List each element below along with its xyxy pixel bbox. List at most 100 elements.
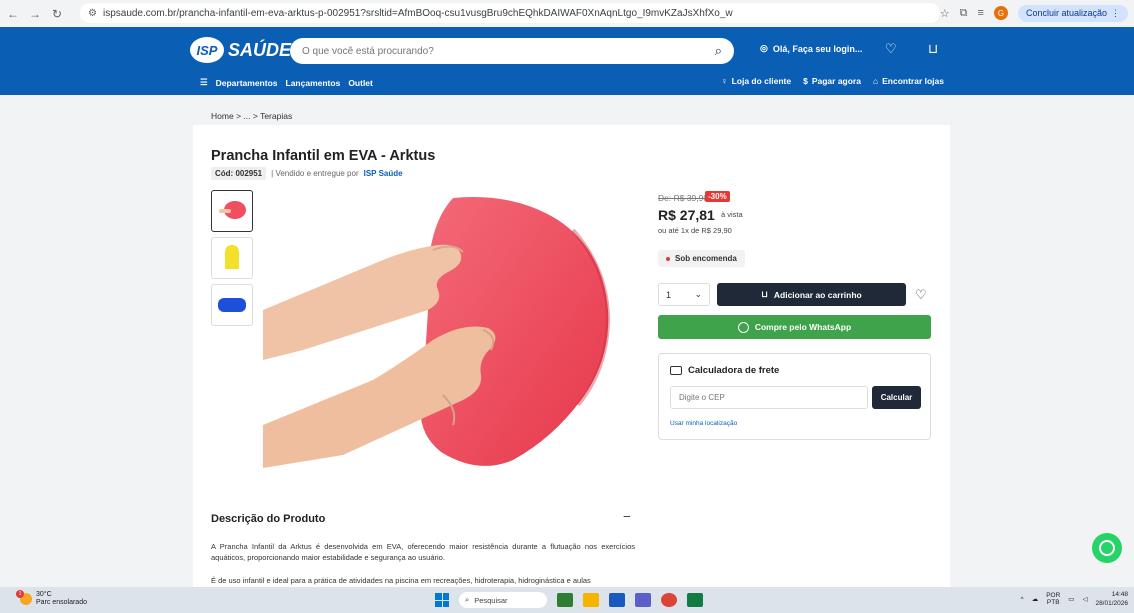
file-explorer-icon[interactable] [583, 593, 599, 607]
hamburger-menu-icon[interactable]: ☰ [200, 77, 208, 88]
weather-condition: Parc ensolarado [36, 599, 87, 606]
extensions-icon[interactable]: ⧉ [960, 7, 968, 20]
cep-input[interactable] [670, 386, 868, 409]
whatsapp-icon [1099, 540, 1115, 556]
pay-now-label: Pagar agora [811, 76, 861, 86]
wishlist-heart-icon[interactable]: ♡ [915, 287, 927, 303]
profile-avatar[interactable]: G [993, 6, 1008, 20]
breadcrumb-separator: > [252, 111, 258, 121]
yellow-board-thumb-icon [225, 245, 239, 269]
bookmark-star-icon[interactable]: ☆ [940, 7, 950, 20]
update-label: Concluir atualização [1025, 8, 1107, 18]
breadcrumb-home[interactable]: Home [211, 111, 234, 121]
search-bar: ⌕ [290, 38, 734, 64]
update-chrome-button[interactable]: Concluir atualização ⋮ [1017, 4, 1128, 22]
wishlist-heart-icon[interactable]: ♡ [885, 41, 897, 57]
taskbar-search[interactable]: ⌕ Pesquisar [459, 592, 547, 608]
teams-app-icon[interactable] [635, 593, 651, 607]
red-board-thumb-icon [219, 201, 246, 219]
thumbnail-yellow-board[interactable] [211, 237, 253, 279]
calculate-button[interactable]: Calcular [872, 386, 921, 409]
word-app-icon[interactable] [609, 593, 625, 607]
breadcrumb-current[interactable]: Terapias [260, 111, 292, 121]
pay-now-link[interactable]: $ Pagar agora [803, 76, 861, 86]
reading-list-icon[interactable]: ≡ [978, 7, 984, 19]
status-dot-icon [666, 256, 670, 261]
dollar-circle-icon: $ [803, 76, 808, 86]
search-input[interactable] [302, 45, 715, 57]
whatsapp-float-button[interactable] [1092, 533, 1122, 563]
find-stores-label: Encontrar lojas [882, 76, 944, 86]
breadcrumb: Home > ... > Terapias [211, 111, 292, 121]
clock[interactable]: 14:48 28/01/2026 [1095, 590, 1128, 608]
thumbnail-red-board[interactable] [211, 190, 253, 232]
notification-badge: 1 [16, 590, 24, 598]
search-icon[interactable]: ⌕ [715, 43, 722, 59]
kickboard-photo [263, 196, 611, 468]
thumbnail-blue-board[interactable] [211, 284, 253, 326]
cart-icon[interactable]: ⊔ [928, 41, 938, 57]
whatsapp-buy-button[interactable]: Compre pelo WhatsApp [658, 315, 931, 339]
weather-widget[interactable]: 1 30°C Parc ensolarado [16, 590, 87, 607]
cloud-icon[interactable]: ☁ [1032, 595, 1039, 603]
breadcrumb-ellipsis[interactable]: ... [243, 111, 250, 121]
customer-icon: ♀ [721, 76, 728, 86]
discount-badge: -30% [705, 191, 730, 202]
product-code: Cód: 002951 [211, 167, 267, 180]
temperature: 30°C [36, 591, 52, 598]
chevron-down-icon: ⌄ [694, 289, 702, 299]
more-menu-icon: ⋮ [1111, 7, 1120, 18]
nav-releases[interactable]: Lançamentos [286, 78, 341, 88]
logo-text: SAÚDE [228, 39, 292, 60]
add-to-cart-button[interactable]: ⊔ Adicionar ao carrinho [717, 283, 906, 306]
nav-outlet[interactable]: Outlet [348, 78, 373, 88]
collapse-toggle[interactable]: − [623, 509, 631, 524]
clock-date: 28/01/2026 [1095, 600, 1128, 607]
address-bar[interactable]: ⚙ ispsaude.com.br/prancha-infantil-em-ev… [80, 3, 940, 23]
logo-badge: ISP [190, 37, 224, 63]
sun-icon: 1 [16, 590, 32, 605]
seller-link[interactable]: ISP Saúde [364, 169, 403, 178]
find-stores-link[interactable]: ⌂ Encontrar lojas [873, 76, 944, 86]
customer-area-link[interactable]: ♀ Loja do cliente [721, 76, 791, 86]
taskbar-search-label: Pesquisar [474, 595, 508, 605]
availability-label: Sob encomenda [675, 254, 737, 263]
forward-icon[interactable]: → [26, 5, 44, 23]
installment-info: ou até 1x de R$ 29,90 [658, 226, 732, 235]
quantity-select[interactable]: 1 ⌄ [658, 283, 710, 306]
system-tray: ^ ☁ POR PTB ▭ ◁ 14:48 28/01/2026 [1021, 590, 1128, 608]
chevron-up-icon[interactable]: ^ [1021, 596, 1024, 603]
windows-start-icon[interactable] [435, 593, 449, 607]
volume-icon[interactable]: ◁ [1082, 595, 1087, 603]
chrome-app-icon[interactable] [661, 593, 677, 607]
site-logo[interactable]: ISP SAÚDE [190, 37, 291, 63]
nav-departments[interactable]: Departamentos [216, 78, 278, 88]
login-label: Olá, Faça seu login... [772, 43, 863, 54]
language-bottom: PTB [1046, 599, 1060, 606]
search-icon: ⌕ [465, 595, 470, 604]
whatsapp-icon [737, 321, 749, 333]
main-nav: ☰ Departamentos Lançamentos Outlet [200, 77, 373, 88]
clock-time: 14:48 [1111, 591, 1128, 598]
back-icon[interactable]: ← [4, 5, 22, 23]
url-text: ispsaude.com.br/prancha-infantil-em-eva-… [102, 7, 733, 19]
language-indicator[interactable]: POR PTB [1046, 592, 1060, 606]
old-price: De: R$ 39,90 [658, 193, 709, 203]
reload-icon[interactable]: ↻ [48, 5, 66, 23]
widgets-app-icon[interactable] [557, 593, 573, 607]
language-top: POR [1046, 592, 1061, 599]
product-meta: Cód: 002951 | Vendido e entregue por ISP… [211, 167, 403, 180]
use-location-link[interactable]: Usar minha localização [670, 420, 737, 427]
taskbar-apps: ⌕ Pesquisar [435, 592, 703, 608]
excel-app-icon[interactable] [687, 593, 703, 607]
description-paragraph: A Prancha Infantil da Arktus é desenvolv… [211, 542, 635, 562]
freight-calculator: Calculadora de frete Calcular Usar minha… [658, 353, 931, 440]
site-settings-icon[interactable]: ⚙ [88, 8, 97, 19]
login-link[interactable]: ◎ Olá, Faça seu login... [760, 43, 862, 54]
breadcrumb-separator: > [236, 111, 242, 121]
description-title: Descrição do Produto [211, 513, 326, 525]
site-header: ISP SAÚDE ⌕ ◎ Olá, Faça seu login... ♡ ⊔… [0, 27, 1134, 95]
price-note: à vista [721, 210, 743, 219]
product-main-image[interactable] [263, 190, 635, 468]
display-icon[interactable]: ▭ [1068, 595, 1074, 603]
